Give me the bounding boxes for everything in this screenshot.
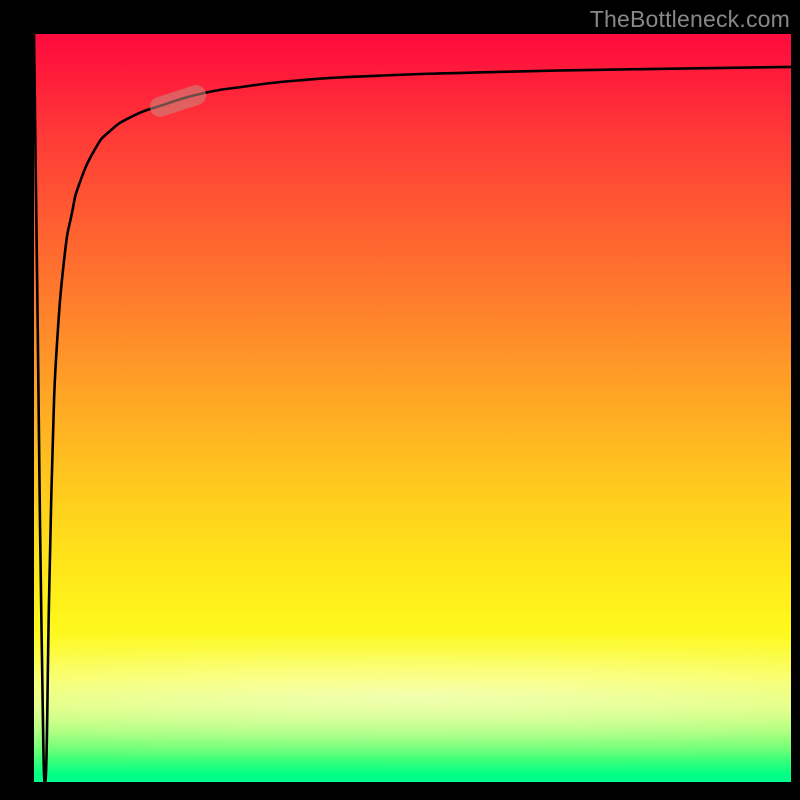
curve-svg	[34, 34, 791, 782]
highlight-marker	[147, 83, 208, 120]
plot-area	[34, 34, 791, 782]
chart-frame: TheBottleneck.com	[0, 0, 800, 800]
watermark-text: TheBottleneck.com	[590, 6, 790, 33]
bottleneck-curve	[34, 34, 791, 782]
glow-band	[34, 636, 791, 756]
